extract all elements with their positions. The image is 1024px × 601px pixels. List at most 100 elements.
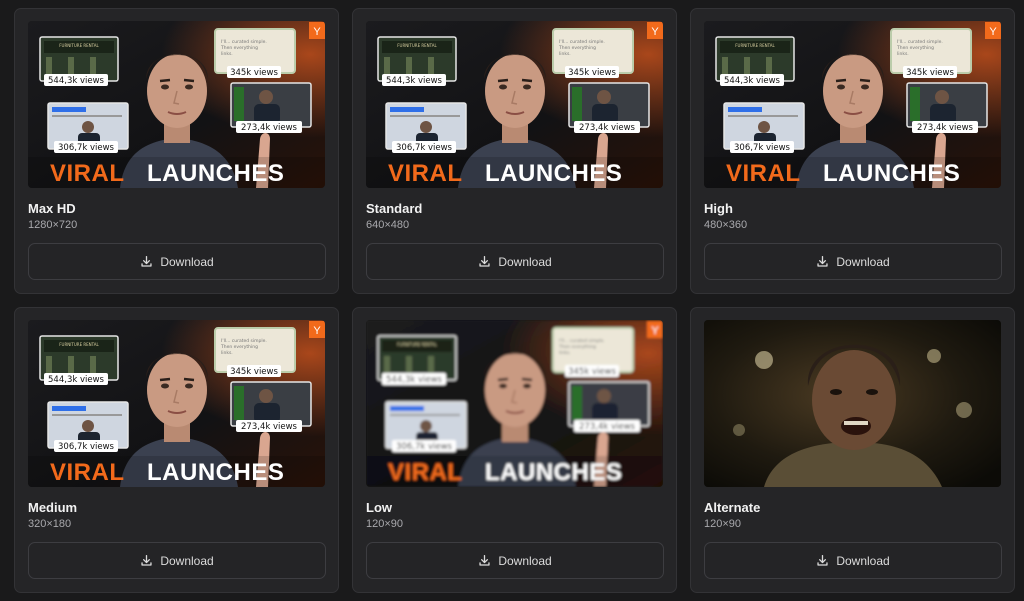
svg-text:links.: links. <box>897 51 909 57</box>
svg-text:FURNITURE RENTAL: FURNITURE RENTAL <box>59 342 99 347</box>
views-label-b: 345k views <box>227 66 281 78</box>
svg-text:345k views: 345k views <box>230 367 278 377</box>
download-label: Download <box>836 553 890 568</box>
quality-title: Low <box>366 500 392 515</box>
svg-text:Then everything: Then everything <box>896 45 934 51</box>
thumbnail-card-medium: FURNITURE RENTAL 544,3k views I'll... cu… <box>14 307 339 593</box>
thumbnail-card-alternate: Alternate 120×90 Download <box>690 307 1015 593</box>
svg-text:306,7k views: 306,7k views <box>396 442 453 452</box>
svg-text:345k views: 345k views <box>568 68 616 78</box>
svg-text:273,4k views: 273,4k views <box>579 123 636 133</box>
brand-badge-icon: Y <box>309 22 325 39</box>
headline-text: VIRAL LAUNCHES <box>28 456 325 487</box>
svg-text:273,4k views: 273,4k views <box>579 422 636 432</box>
views-label-a: 544,3k views <box>720 74 784 86</box>
svg-text:345k views: 345k views <box>906 68 954 78</box>
svg-text:Y: Y <box>989 26 997 38</box>
views-label-b: 345k views <box>565 66 619 78</box>
resolution-label: 640×480 <box>366 219 410 231</box>
views-label-a: 544,3k views <box>382 373 446 385</box>
svg-text:544,3k views: 544,3k views <box>48 76 105 86</box>
svg-text:Then everything: Then everything <box>220 344 258 350</box>
download-icon <box>140 554 153 567</box>
svg-text:345k views: 345k views <box>568 367 616 377</box>
views-label-c: 273,4k views <box>574 420 640 432</box>
download-button[interactable]: Download <box>28 542 326 579</box>
video-tile-c <box>230 381 312 427</box>
headline-text: VIRAL LAUNCHES <box>28 157 325 188</box>
svg-text:273,4k views: 273,4k views <box>917 123 974 133</box>
brand-badge-icon: Y <box>309 321 325 338</box>
svg-text:links.: links. <box>221 51 233 57</box>
svg-text:306,7k views: 306,7k views <box>58 143 115 153</box>
download-button[interactable]: Download <box>366 542 664 579</box>
quality-title: High <box>704 201 733 216</box>
svg-text:VIRAL: VIRAL <box>726 160 801 187</box>
resolution-label: 120×90 <box>704 518 742 530</box>
svg-text:I'll... curated simple.: I'll... curated simple. <box>559 338 605 344</box>
thumbnail-card-max-hd: FURNITURE RENTAL 544,3k views I'll... cu… <box>14 8 339 294</box>
svg-text:I'll... curated simple.: I'll... curated simple. <box>221 338 267 344</box>
svg-text:FURNITURE RENTAL: FURNITURE RENTAL <box>735 43 775 48</box>
svg-text:I'll... curated simple.: I'll... curated simple. <box>897 39 943 45</box>
download-icon <box>478 554 491 567</box>
download-button[interactable]: Download <box>28 243 326 280</box>
download-icon <box>140 255 153 268</box>
views-label-c: 273,4k views <box>236 420 302 432</box>
svg-text:Then everything: Then everything <box>558 344 596 350</box>
download-button[interactable]: Download <box>704 542 1002 579</box>
video-tile-c <box>906 82 988 128</box>
views-label-a: 544,3k views <box>382 74 446 86</box>
svg-text:273,4k views: 273,4k views <box>241 422 298 432</box>
svg-text:Then everything: Then everything <box>220 45 258 51</box>
svg-text:I'll... curated simple.: I'll... curated simple. <box>221 39 267 45</box>
svg-text:345k views: 345k views <box>230 68 278 78</box>
download-button[interactable]: Download <box>366 243 664 280</box>
brand-badge-icon: Y <box>647 321 663 338</box>
headline-text: VIRAL LAUNCHES <box>366 157 663 188</box>
quality-title: Standard <box>366 201 423 216</box>
svg-text:LAUNCHES: LAUNCHES <box>823 160 960 187</box>
thumbnail-preview[interactable]: FURNITURE RENTAL 544,3k views I'll... cu… <box>28 320 325 487</box>
download-button[interactable]: Download <box>704 243 1002 280</box>
headline-text: VIRAL LAUNCHES <box>704 157 1001 188</box>
svg-text:LAUNCHES: LAUNCHES <box>147 160 284 187</box>
views-label-b: 345k views <box>903 66 957 78</box>
video-tile-c <box>568 82 650 128</box>
thumbnail-preview[interactable]: FURNITURE RENTAL 544,3k views I'll... cu… <box>366 320 663 487</box>
download-label: Download <box>498 553 552 568</box>
svg-text:VIRAL: VIRAL <box>388 160 463 187</box>
brand-badge-icon: Y <box>647 22 663 39</box>
svg-text:Then everything: Then everything <box>558 45 596 51</box>
svg-text:VIRAL: VIRAL <box>50 160 125 187</box>
thumbnail-preview[interactable]: FURNITURE RENTAL 544,3k views I'll... cu… <box>28 21 325 188</box>
views-label-d: 306,7k views <box>392 440 456 452</box>
svg-text:VIRAL: VIRAL <box>50 459 125 486</box>
views-label-b: 345k views <box>227 365 281 377</box>
brand-badge-icon: Y <box>985 22 1001 39</box>
views-label-a: 544,3k views <box>44 74 108 86</box>
views-label-d: 306,7k views <box>54 141 118 153</box>
resolution-label: 120×90 <box>366 518 404 530</box>
svg-text:544,3k views: 544,3k views <box>724 76 781 86</box>
svg-text:FURNITURE RENTAL: FURNITURE RENTAL <box>397 342 437 347</box>
views-label-d: 306,7k views <box>392 141 456 153</box>
download-label: Download <box>160 553 214 568</box>
quality-title: Max HD <box>28 201 76 216</box>
svg-text:Y: Y <box>651 26 659 38</box>
download-label: Download <box>498 254 552 269</box>
thumbnail-preview[interactable] <box>704 320 1001 487</box>
headline-text: VIRAL LAUNCHES <box>366 456 663 487</box>
thumbnail-preview[interactable]: FURNITURE RENTAL 544,3k views I'll... cu… <box>704 21 1001 188</box>
views-label-c: 273,4k views <box>236 121 302 133</box>
quality-title: Alternate <box>704 500 761 515</box>
thumbnail-card-high: FURNITURE RENTAL 544,3k views I'll... cu… <box>690 8 1015 294</box>
svg-text:544,3k views: 544,3k views <box>386 76 443 86</box>
thumbnail-preview[interactable]: FURNITURE RENTAL 544,3k views I'll... cu… <box>366 21 663 188</box>
download-label: Download <box>836 254 890 269</box>
svg-text:LAUNCHES: LAUNCHES <box>147 459 284 486</box>
svg-text:306,7k views: 306,7k views <box>734 143 791 153</box>
svg-text:LAUNCHES: LAUNCHES <box>485 160 622 187</box>
svg-text:links.: links. <box>559 350 571 356</box>
views-label-d: 306,7k views <box>730 141 794 153</box>
